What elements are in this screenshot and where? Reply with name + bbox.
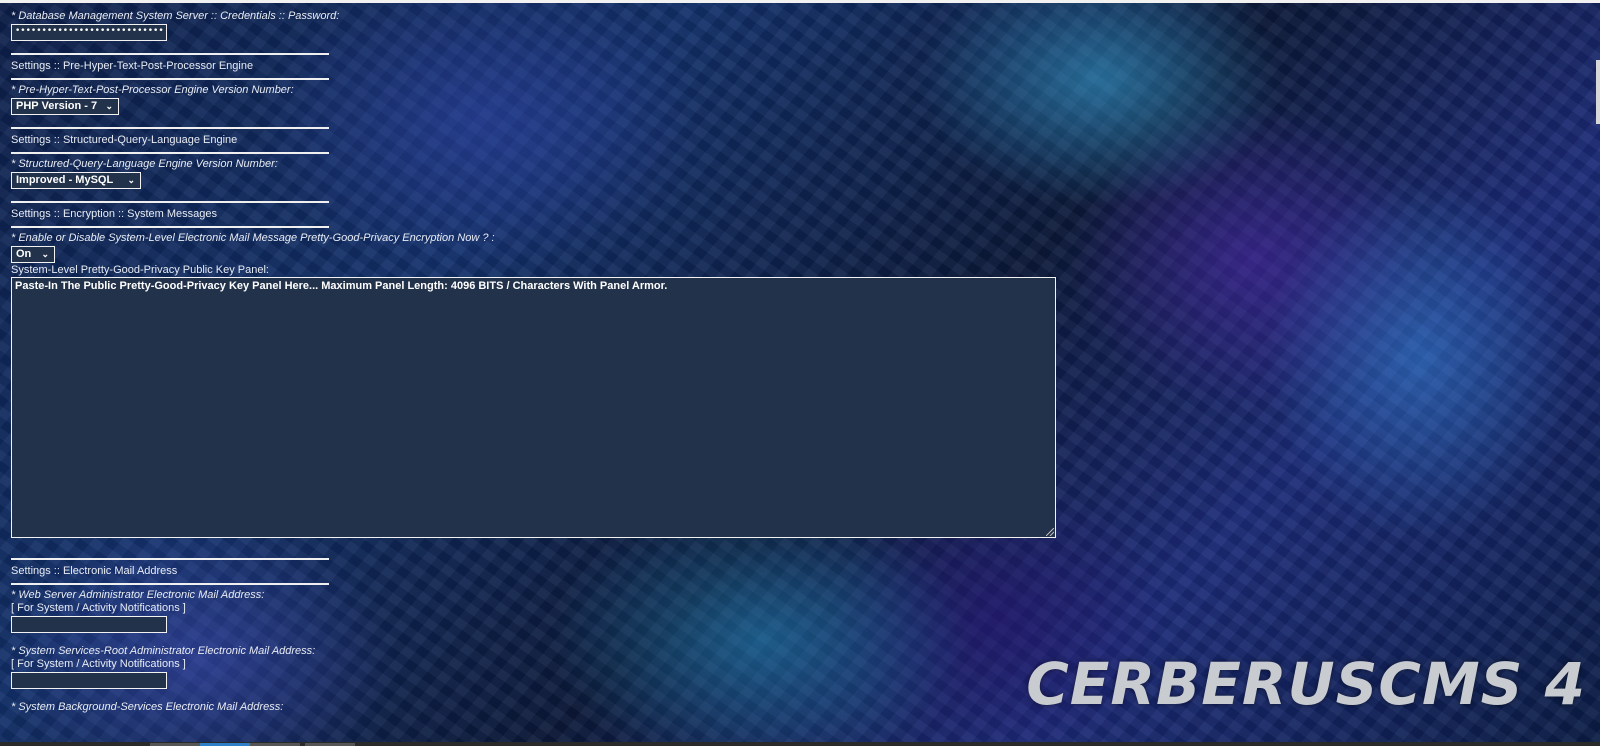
email-section-heading: Settings :: Electronic Mail Address [11, 565, 178, 577]
sql-version-selected: Improved - MySQL [16, 174, 114, 186]
chevron-down-icon: ⌄ [41, 249, 49, 259]
pgp-toggle-label: * Enable or Disable System-Level Electro… [11, 232, 495, 244]
root-admin-email-note: [ For System / Activity Notifications ] [11, 658, 186, 670]
chevron-down-icon: ⌄ [127, 175, 135, 185]
root-admin-email-label: * System Services-Root Administrator Ele… [11, 645, 316, 657]
bottom-bar [0, 742, 1600, 746]
sql-section-heading: Settings :: Structured-Query-Language En… [11, 134, 238, 146]
chevron-down-icon: ⌄ [105, 101, 113, 111]
sql-version-label: * Structured-Query-Language Engine Versi… [11, 158, 278, 170]
root-admin-email-field[interactable] [11, 672, 167, 689]
resize-grip-icon[interactable] [1046, 528, 1054, 536]
pgp-toggle-selected: On [16, 248, 32, 260]
background-services-email-label: * System Background-Services Electronic … [11, 701, 284, 713]
webserver-admin-email-field[interactable] [11, 616, 167, 633]
php-section-heading: Settings :: Pre-Hyper-Text-Post-Processo… [11, 60, 254, 72]
pgp-key-panel-label: System-Level Pretty-Good-Privacy Public … [11, 264, 269, 276]
top-border [0, 0, 1600, 3]
pgp-toggle-select[interactable]: On ⌄ [11, 246, 55, 263]
pgp-key-panel-textarea[interactable]: Paste-In The Public Pretty-Good-Privacy … [11, 277, 1056, 538]
db-password-label: * Database Management System Server :: C… [11, 10, 340, 22]
scrollbar-thumb[interactable] [1596, 60, 1600, 124]
settings-form: * Database Management System Server :: C… [11, 10, 1071, 714]
php-version-selected: PHP Version - 7 [16, 100, 98, 112]
encryption-section-heading: Settings :: Encryption :: System Message… [11, 208, 218, 220]
webserver-admin-email-label: * Web Server Administrator Electronic Ma… [11, 589, 265, 601]
brand-logo: CERBERUSCMS 4 [1026, 650, 1586, 718]
webserver-admin-email-note: [ For System / Activity Notifications ] [11, 602, 186, 614]
db-password-field[interactable]: •••••••••••••••••••••••••••• [11, 24, 167, 41]
php-version-select[interactable]: PHP Version - 7 ⌄ [11, 98, 119, 115]
sql-version-select[interactable]: Improved - MySQL ⌄ [11, 172, 141, 189]
php-version-label: * Pre-Hyper-Text-Post-Processor Engine V… [11, 84, 294, 96]
pgp-key-panel-placeholder: Paste-In The Public Pretty-Good-Privacy … [15, 280, 668, 292]
